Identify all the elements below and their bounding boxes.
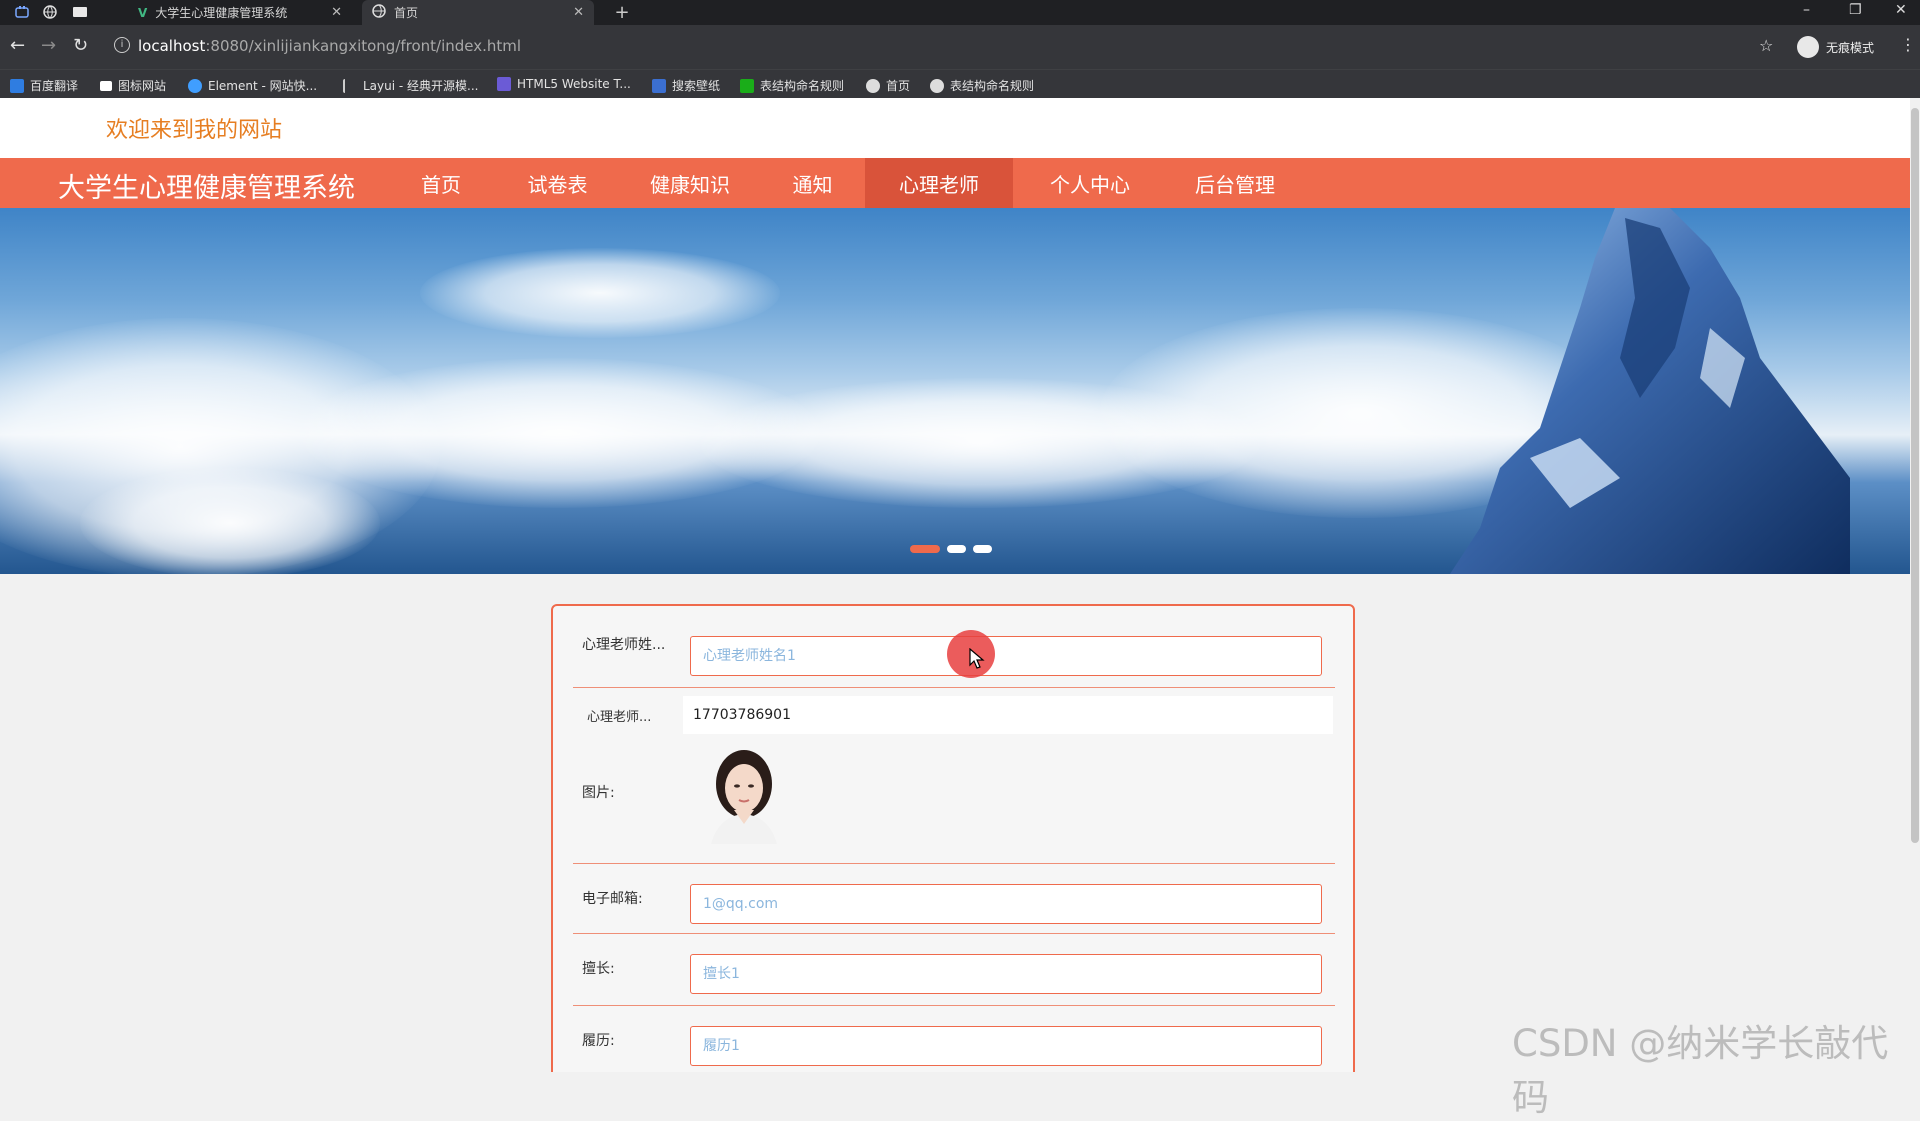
- info-icon[interactable]: i: [114, 37, 130, 53]
- resume-input[interactable]: [690, 1026, 1322, 1066]
- specialty-input[interactable]: [690, 954, 1322, 994]
- bookmark-label: 表结构命名规则: [760, 79, 845, 93]
- profile-label[interactable]: 无痕模式: [1826, 39, 1874, 56]
- scrollbar-thumb[interactable]: [1911, 108, 1919, 843]
- resume-label: 履历:: [582, 1033, 615, 1049]
- phone-value[interactable]: 17703786901: [683, 696, 1333, 734]
- email-input[interactable]: [690, 884, 1322, 924]
- bookmark-label: Layui - 经典开源模...: [363, 79, 479, 93]
- star-icon[interactable]: ☆: [1759, 36, 1773, 55]
- bookmark-label: 搜索壁纸: [672, 79, 721, 93]
- wallpaper-icon: [652, 78, 666, 93]
- html5-icon: [497, 77, 511, 91]
- carousel-dot[interactable]: [973, 545, 992, 553]
- minimize-icon[interactable]: –: [1803, 2, 1810, 18]
- browser-tab-bar: V 大学生心理健康管理系统 ✕ 首页 ✕ + – ❐ ✕: [0, 0, 1920, 25]
- nav-home[interactable]: 首页: [400, 158, 482, 208]
- flag-icon: [100, 80, 112, 91]
- close-icon[interactable]: ✕: [331, 5, 342, 20]
- specialty-label: 擅长:: [582, 961, 615, 977]
- bookmark-label: 图标网站: [118, 79, 167, 93]
- cloud: [420, 248, 780, 338]
- page-viewport: 欢迎来到我的网站 大学生心理健康管理系统 首页 试卷表 健康知识 通知 心理老师…: [0, 98, 1910, 1072]
- form-row-email: 电子邮箱:: [573, 864, 1335, 934]
- name-label: 心理老师姓...: [582, 637, 666, 653]
- bookmark-label: 表结构命名规则: [950, 79, 1035, 93]
- image-label: 图片:: [582, 785, 615, 801]
- globe-icon: [866, 78, 880, 93]
- bookmark-item[interactable]: 百度翻译: [10, 77, 78, 94]
- nav-exam-papers[interactable]: 试卷表: [510, 158, 605, 208]
- site-brand[interactable]: 大学生心理健康管理系统: [58, 166, 355, 205]
- url-host: localhost: [138, 37, 206, 55]
- back-icon[interactable]: ←: [10, 35, 25, 56]
- reload-icon[interactable]: ↻: [73, 35, 88, 56]
- tab-title: 大学生心理健康管理系统: [155, 6, 288, 20]
- teacher-detail-form: 心理老师姓... 心理老师... 17703786901 图片:: [551, 604, 1355, 1072]
- address-bar[interactable]: localhost:8080/xinlijiankangxitong/front…: [138, 37, 521, 55]
- welcome-text: 欢迎来到我的网站: [106, 118, 283, 143]
- incognito-icon[interactable]: [1797, 36, 1819, 58]
- phone-label: 心理老师...: [587, 710, 652, 725]
- form-row-specialty: 擅长:: [573, 934, 1335, 1006]
- form-row-resume: 履历:: [573, 1006, 1335, 1072]
- vue-icon: V: [138, 5, 148, 20]
- globe-icon: [930, 78, 944, 93]
- bookmark-item[interactable]: Element - 网站快...: [188, 77, 317, 94]
- bookmark-label: HTML5 Website T...: [517, 77, 631, 91]
- translate-icon: [10, 78, 24, 93]
- carousel-dot[interactable]: [910, 545, 940, 553]
- cloud: [80, 468, 380, 574]
- nav-psych-teachers[interactable]: 心理老师: [865, 158, 1013, 208]
- bookmark-item[interactable]: 首页: [866, 77, 910, 94]
- form-row-image: 图片:: [573, 734, 1335, 864]
- tab-system[interactable]: V 大学生心理健康管理系统 ✕: [128, 0, 352, 25]
- nav-notices[interactable]: 通知: [770, 158, 855, 208]
- page-scrollbar[interactable]: [1910, 98, 1920, 1072]
- welcome-bar: 欢迎来到我的网站: [0, 98, 1910, 158]
- email-label: 电子邮箱:: [582, 891, 643, 907]
- banner-carousel[interactable]: [0, 208, 1910, 574]
- restore-icon[interactable]: ❐: [1849, 2, 1862, 18]
- bookmarks-bar: 百度翻译 图标网站 Element - 网站快... Layui - 经典开源模…: [0, 69, 1920, 98]
- forward-icon[interactable]: →: [41, 35, 56, 56]
- url-path: :8080/xinlijiankangxitong/front/index.ht…: [205, 37, 522, 55]
- close-window-icon[interactable]: ✕: [1895, 2, 1907, 18]
- layui-icon: [343, 78, 357, 93]
- name-input[interactable]: [690, 636, 1322, 676]
- nav-admin[interactable]: 后台管理: [1175, 158, 1295, 208]
- carousel-indicators: [910, 545, 992, 553]
- tab-title: 首页: [394, 6, 419, 20]
- nav-personal-center[interactable]: 个人中心: [1030, 158, 1150, 208]
- bookmark-item[interactable]: Layui - 经典开源模...: [343, 77, 478, 94]
- bookmark-item[interactable]: 表结构命名规则: [740, 77, 844, 94]
- bookmark-label: Element - 网站快...: [208, 79, 318, 93]
- bookmark-item[interactable]: 表结构命名规则: [930, 77, 1034, 94]
- sheet-icon: [740, 78, 754, 93]
- bookmark-item[interactable]: HTML5 Website T...: [497, 77, 631, 91]
- globe-icon[interactable]: [42, 4, 58, 20]
- watermark: CSDN @纳米学长敲代码: [1512, 1022, 1889, 1119]
- close-icon[interactable]: ✕: [573, 5, 584, 20]
- browser-toolbar: ← → ↻ i localhost:8080/xinlijiankangxito…: [0, 25, 1920, 69]
- carousel-dot[interactable]: [947, 545, 966, 553]
- nav-health-knowledge[interactable]: 健康知识: [630, 158, 750, 208]
- tab-search-icon[interactable]: [72, 4, 88, 20]
- bookmark-item[interactable]: 图标网站: [100, 77, 166, 94]
- tab-home[interactable]: 首页 ✕: [362, 0, 594, 25]
- main-navbar: 大学生心理健康管理系统 首页 试卷表 健康知识 通知 心理老师 个人中心 后台管…: [0, 158, 1910, 208]
- mountain-peak: [1450, 208, 1850, 574]
- bookmark-item[interactable]: 搜索壁纸: [652, 77, 720, 94]
- workspace-icon[interactable]: [14, 4, 30, 20]
- teacher-photo[interactable]: [701, 744, 787, 844]
- bookmark-label: 首页: [886, 79, 911, 93]
- menu-icon[interactable]: ⋮: [1900, 35, 1916, 54]
- mouse-pointer-icon: [969, 648, 985, 669]
- element-icon: [188, 78, 202, 93]
- globe-icon: [372, 4, 386, 21]
- bookmark-label: 百度翻译: [30, 79, 79, 93]
- new-tab-icon[interactable]: +: [614, 2, 630, 23]
